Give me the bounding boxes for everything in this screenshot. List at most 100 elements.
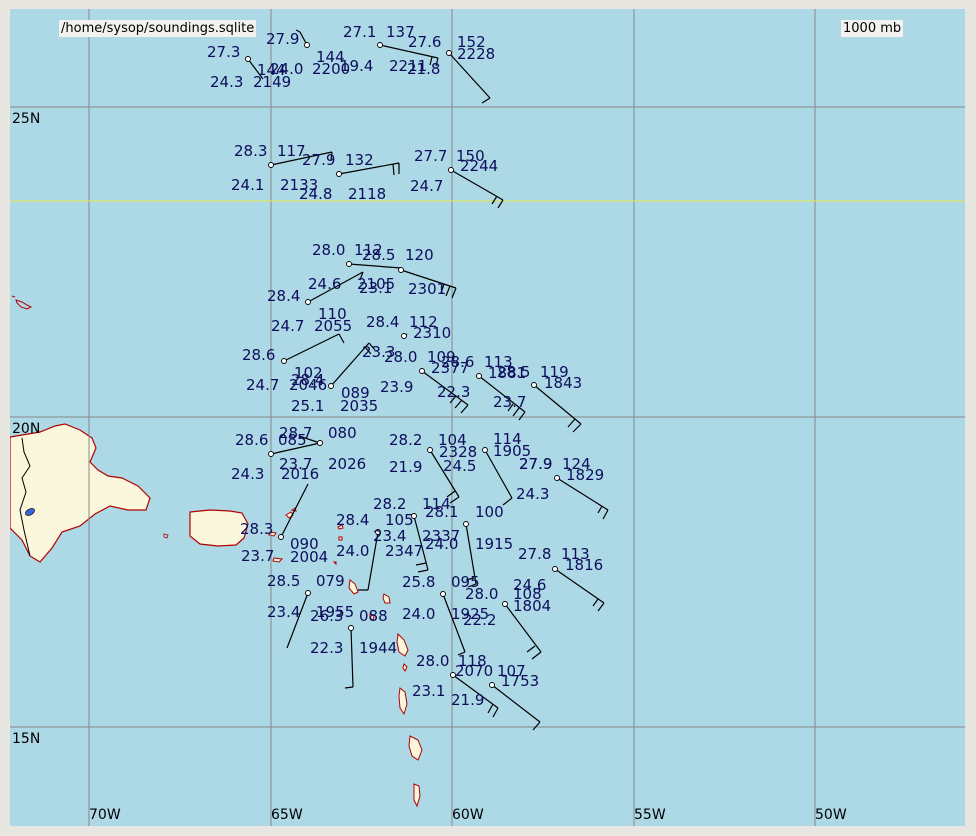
station-temp: 28.0: [312, 241, 345, 259]
station-temp: 28.5: [497, 363, 530, 381]
station-temp: 26.3: [310, 607, 343, 625]
station-height: 1915: [475, 535, 513, 553]
station-marker: [336, 171, 342, 177]
station-dewpoint: 24.5: [443, 457, 476, 475]
station-temp: 28.3: [240, 520, 273, 538]
lon-label-50w: 50W: [815, 807, 847, 823]
station-dewpoint: 24.6: [308, 275, 341, 293]
station-dewpoint: 24.0: [270, 60, 303, 78]
station-temp: 28.6: [441, 353, 474, 371]
station-height: 2310: [413, 324, 451, 342]
station-temp: 28.4: [336, 511, 369, 529]
station-dewpoint: 24.3: [210, 73, 243, 91]
station-temp: 28.4: [267, 287, 300, 305]
station-dewpoint: 23.7: [493, 393, 526, 411]
station-marker: [463, 521, 469, 527]
station-temp: 28.6: [242, 346, 275, 364]
station-height: 2118: [348, 185, 386, 203]
station-dewpoint: 23.7: [279, 455, 312, 473]
station-temp: 28.4: [291, 371, 324, 389]
station-marker: [531, 382, 537, 388]
station-height: 2004: [290, 548, 328, 566]
station-temp: 28.2: [389, 431, 422, 449]
station-pressure: 080: [328, 424, 357, 442]
station-dewpoint: 19.4: [340, 57, 373, 75]
station-marker: [552, 566, 558, 572]
station-dewpoint: 25.1: [291, 397, 324, 415]
station-dewpoint: 24.3: [231, 465, 264, 483]
station-marker: [401, 333, 407, 339]
station-temp: 25.8: [402, 573, 435, 591]
station-marker: [482, 447, 488, 453]
station-temp: 21.9: [451, 691, 484, 709]
lat-label-15n: 15N: [12, 731, 40, 747]
station-temp: 28.0: [384, 348, 417, 366]
station-marker: [440, 591, 446, 597]
lon-label-70w: 70W: [89, 807, 121, 823]
station-dewpoint: 23.1: [412, 682, 445, 700]
lon-label-55w: 55W: [634, 807, 666, 823]
station-dewpoint: 23.7: [241, 547, 274, 565]
station-temp: 28.1: [425, 503, 458, 521]
station-marker: [268, 162, 274, 168]
station-temp: 27.9: [302, 151, 335, 169]
station-marker: [245, 56, 251, 62]
station-temp: 27.3: [207, 43, 240, 61]
station-temp: 27.9: [519, 455, 552, 473]
station-pressure: 079: [316, 572, 345, 590]
station-dewpoint: 24.1: [231, 176, 264, 194]
station-marker: [502, 601, 508, 607]
station-dewpoint: 24.0: [425, 535, 458, 553]
station-temp: 28.4: [366, 313, 399, 331]
station-temp: 28.3: [234, 142, 267, 160]
station-temp: 27.1: [343, 23, 376, 41]
station-height: 1804: [513, 597, 551, 615]
station-height: 1829: [566, 466, 604, 484]
station-marker: [268, 451, 274, 457]
station-height: 2035: [340, 397, 378, 415]
station-marker: [476, 373, 482, 379]
station-marker: [348, 625, 354, 631]
station-height: 1843: [544, 374, 582, 392]
station-marker: [427, 447, 433, 453]
station-height: 2070: [455, 662, 493, 680]
station-temp: 28.5: [267, 572, 300, 590]
station-temp: 28.5: [362, 246, 395, 264]
station-dewpoint: 22.3: [310, 639, 343, 657]
station-pressure: 132: [345, 151, 374, 169]
station-temp: 27.7: [414, 147, 447, 165]
map-canvas[interactable]: 70W 65W 60W 55W 50W 25N 20N 15N 27.3 24.…: [9, 9, 965, 826]
station-marker: [377, 42, 383, 48]
station-temp: 28.7: [279, 424, 312, 442]
station-height: 1944: [359, 639, 397, 657]
station-marker: [398, 267, 404, 273]
station-height: 2228: [457, 45, 495, 63]
level-label: 1000 mb: [841, 20, 904, 37]
station-marker: [554, 475, 560, 481]
station-temp: 28.0: [416, 652, 449, 670]
station-height: 2244: [460, 157, 498, 175]
station-marker: [304, 42, 310, 48]
map-svg[interactable]: 70W 65W 60W 55W 50W 25N 20N 15N 27.3 24.…: [9, 9, 965, 826]
station-marker: [278, 534, 284, 540]
station-temp: 27.6: [408, 33, 441, 51]
station-dewpoint: 24.7: [410, 177, 443, 195]
station-pressure: 120: [405, 246, 434, 264]
station-height: 2026: [328, 455, 366, 473]
station-dewpoint: 24.7: [271, 317, 304, 335]
station-dewpoint: 22.2: [463, 611, 496, 629]
station-dewpoint: 24.3: [516, 485, 549, 503]
station-dewpoint: 22.3: [437, 383, 470, 401]
station-dewpoint: 28.0: [465, 585, 498, 603]
station-marker: [346, 261, 352, 267]
station-pressure: 088: [359, 607, 388, 625]
station-height: 2301: [408, 280, 446, 298]
station-dewpoint: 23.9: [380, 378, 413, 396]
station-height: 2055: [314, 317, 352, 335]
station-marker: [446, 50, 452, 56]
station-temp: 27.8: [518, 545, 551, 563]
station-dewpoint: 23.4: [267, 603, 300, 621]
station-height: 1753: [501, 672, 539, 690]
lat-label-25n: 25N: [12, 111, 40, 127]
station-marker: [419, 368, 425, 374]
